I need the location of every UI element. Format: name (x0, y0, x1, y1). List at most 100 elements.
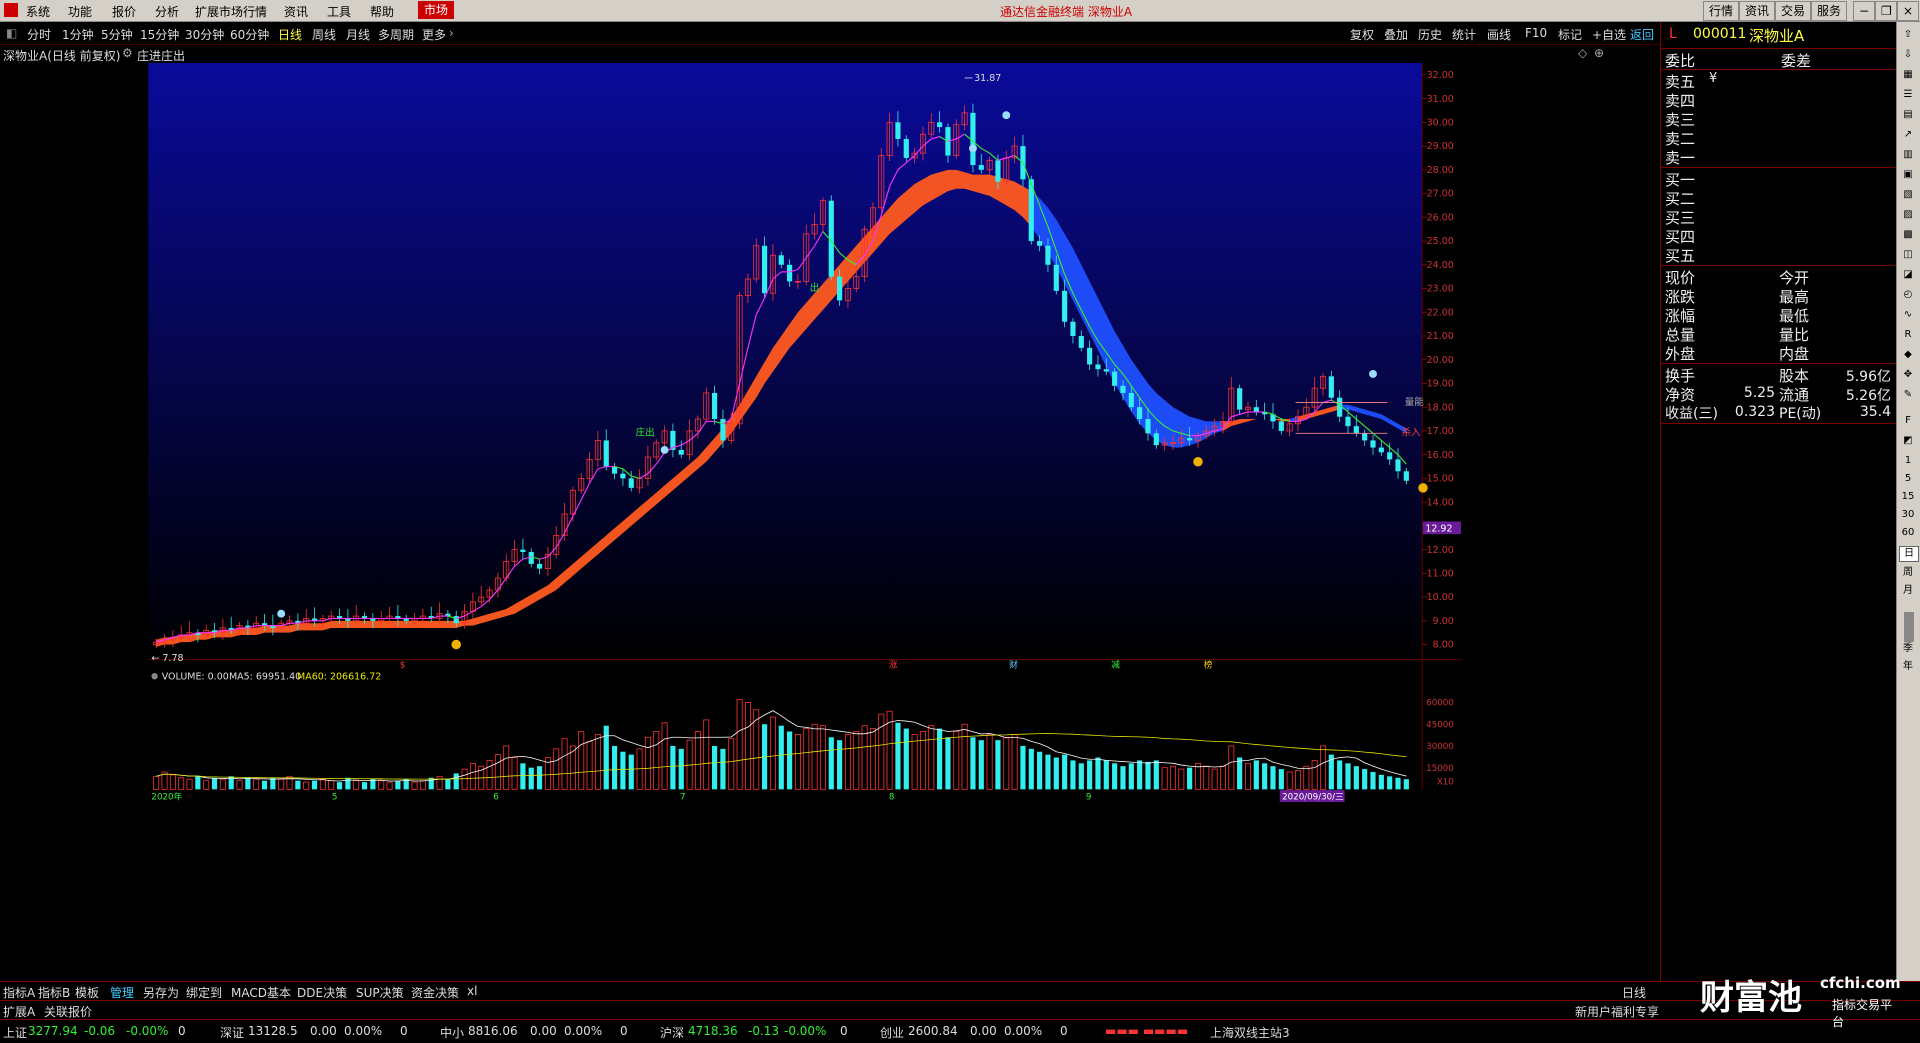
menu-system[interactable]: 系统 (26, 3, 50, 20)
kline-chart[interactable]: 32.00 31.00 30.00 29.00 28.00 27.00 26.00 25.00… (0, 63, 1610, 821)
period-year[interactable]: 年 (1899, 660, 1917, 674)
grid-icon[interactable]: ▦ (1899, 68, 1917, 82)
tab-macd-basic[interactable]: MACD基本 (231, 984, 291, 1001)
photo-icon[interactable]: ◩ (1899, 434, 1917, 448)
period-tab[interactable]: 1分钟 (62, 26, 94, 43)
volume-bar (653, 731, 660, 790)
arrow-up-icon[interactable]: ⇧ (1899, 28, 1917, 42)
wave-icon[interactable]: ∿ (1899, 308, 1917, 322)
pencil-icon[interactable]: ✎ (1899, 388, 1917, 402)
period-30[interactable]: 30 (1899, 508, 1917, 522)
minimize-icon[interactable]: − (1853, 1, 1875, 21)
diamond-icon[interactable]: ◆ (1899, 348, 1917, 362)
tab-xl[interactable]: xl (467, 984, 477, 998)
market-tab[interactable]: 市场 (418, 1, 455, 19)
layout-icon[interactable]: ▧ (1899, 188, 1917, 202)
promo-link[interactable]: 新用户福利专享 (1575, 1003, 1659, 1020)
index-name[interactable]: 中小 (440, 1024, 464, 1041)
history-button[interactable]: 历史 (1418, 26, 1442, 43)
clock-icon[interactable]: ◴ (1899, 288, 1917, 302)
tab-indicator-a[interactable]: 指标A (3, 984, 35, 1001)
back-button[interactable]: 返回 (1630, 26, 1654, 43)
chart-zoom-icon[interactable]: ⊕ (1594, 46, 1604, 60)
period-month[interactable]: 月 (1899, 584, 1917, 598)
service-button[interactable]: 服务 (1811, 1, 1848, 21)
eps-label: 收益(三) (1665, 406, 1718, 422)
f10-button[interactable]: F10 (1525, 26, 1547, 40)
list-icon[interactable]: ☰ (1899, 88, 1917, 102)
period-week[interactable]: 周 (1899, 566, 1917, 580)
scroll-thumb[interactable] (1904, 612, 1914, 642)
add-watchlist-button[interactable]: +自选 (1592, 26, 1626, 43)
period-5[interactable]: 5 (1899, 472, 1917, 486)
volume-bar (961, 723, 968, 790)
server-name[interactable]: 上海双线主站3 (1210, 1024, 1290, 1041)
menu-function[interactable]: 功能 (68, 3, 92, 20)
window-icon[interactable]: ▣ (1899, 168, 1917, 182)
volume-bar (311, 780, 318, 790)
index-name[interactable]: 沪深 (660, 1024, 684, 1041)
trade-button[interactable]: 交易 (1775, 1, 1812, 21)
tab-bind-to[interactable]: 绑定到 (186, 984, 222, 1001)
menu-quote[interactable]: 报价 (112, 3, 136, 20)
menu-analysis[interactable]: 分析 (155, 3, 179, 20)
table-icon[interactable]: ▤ (1899, 108, 1917, 122)
period-tab[interactable]: 15分钟 (140, 26, 179, 43)
period-tab[interactable]: 30分钟 (185, 26, 224, 43)
tab-indicator-b[interactable]: 指标B (38, 984, 70, 1001)
panel-icon[interactable]: ▩ (1899, 228, 1917, 242)
doc-icon[interactable]: ▨ (1899, 208, 1917, 222)
period-tab[interactable]: 分时 (27, 26, 51, 43)
period-tab-active[interactable]: 日线 (278, 26, 302, 43)
period-day[interactable]: 日 (1899, 546, 1919, 562)
menu-help[interactable]: 帮助 (370, 3, 394, 20)
tab-sup-decision[interactable]: SUP决策 (356, 984, 404, 1001)
index-name[interactable]: 创业 (880, 1024, 904, 1041)
sidebar-toggle-icon[interactable]: ◧ (6, 26, 17, 40)
close-icon[interactable]: × (1897, 1, 1919, 21)
menu-news[interactable]: 资讯 (284, 3, 308, 20)
tab-manage[interactable]: 管理 (110, 984, 134, 1001)
period-60[interactable]: 60 (1899, 526, 1917, 540)
menu-extended-market[interactable]: 扩展市场行情 (195, 3, 267, 20)
chart-icon[interactable]: ↗ (1899, 128, 1917, 142)
quote-button[interactable]: 行情 (1703, 1, 1740, 21)
fs-icon[interactable]: F (1899, 414, 1917, 428)
move-icon[interactable]: ✥ (1899, 368, 1917, 382)
stats-button[interactable]: 统计 (1452, 26, 1476, 43)
tab-dde-decision[interactable]: DDE决策 (297, 984, 347, 1001)
index-name[interactable]: 上证 (3, 1024, 27, 1041)
indicator-settings-icon[interactable]: ⚙ (122, 46, 133, 60)
indicator-name[interactable]: 庄进庄出 (137, 47, 185, 64)
index-name[interactable]: 深证 (220, 1024, 244, 1041)
restore-icon[interactable]: ❐ (1875, 1, 1897, 21)
filter-icon[interactable]: ◪ (1899, 268, 1917, 282)
overlay-button[interactable]: 叠加 (1384, 26, 1408, 43)
chart-option-icon[interactable]: ◇ (1578, 46, 1587, 60)
arrow-down-icon[interactable]: ⇩ (1899, 48, 1917, 62)
period-tab[interactable]: 月线 (346, 26, 370, 43)
period-quarter[interactable]: 季 (1899, 642, 1917, 656)
period-tab[interactable]: 5分钟 (101, 26, 133, 43)
tab-save-as[interactable]: 另存为 (143, 984, 179, 1001)
draw-line-button[interactable]: 画线 (1487, 26, 1511, 43)
tab-extended-a[interactable]: 扩展A (3, 1003, 35, 1020)
menu-tools[interactable]: 工具 (327, 3, 351, 20)
news-button[interactable]: 资讯 (1739, 1, 1776, 21)
more-periods-tab[interactable]: 更多 (422, 26, 446, 43)
tab-fund-decision[interactable]: 资金决策 (411, 984, 459, 1001)
period-tab[interactable]: 周线 (312, 26, 336, 43)
mark-button[interactable]: 标记 (1558, 26, 1582, 43)
period-15[interactable]: 15 (1899, 490, 1917, 504)
period-tab[interactable]: 60分钟 (230, 26, 269, 43)
tab-related-quote[interactable]: 关联报价 (44, 1003, 92, 1020)
image-icon[interactable]: ◫ (1899, 248, 1917, 262)
period-tab[interactable]: 多周期 (378, 26, 414, 43)
adjust-button[interactable]: 复权 (1350, 26, 1374, 43)
tab-template[interactable]: 模板 (75, 984, 99, 1001)
period-1[interactable]: 1 (1899, 454, 1917, 468)
rsi-icon[interactable]: R (1899, 328, 1917, 342)
volume-bar (486, 760, 493, 790)
volume-header: VOLUME: 0.00 MA5: 69951.40 MA60: 206616.… (151, 671, 381, 682)
bar-chart-icon[interactable]: ▥ (1899, 148, 1917, 162)
